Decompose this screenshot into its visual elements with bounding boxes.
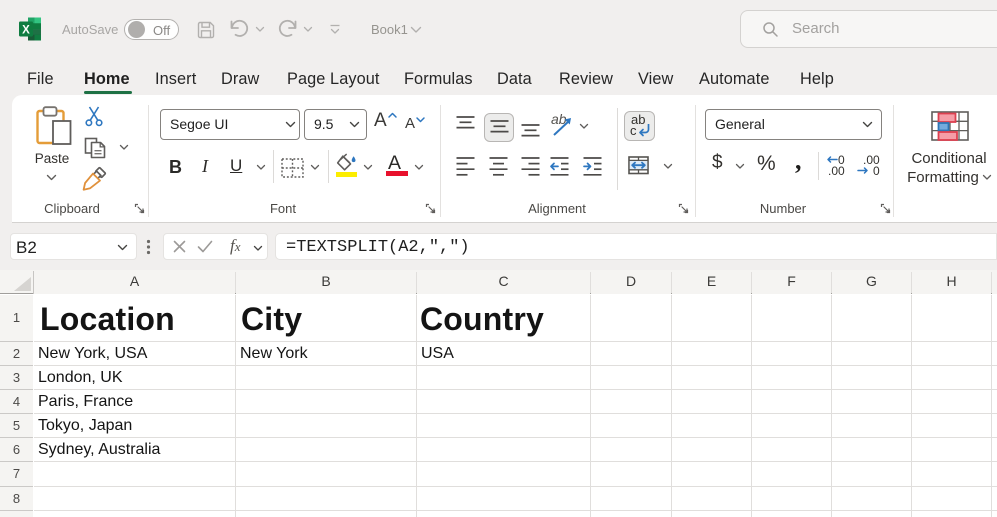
svg-text:X: X bbox=[22, 24, 30, 36]
